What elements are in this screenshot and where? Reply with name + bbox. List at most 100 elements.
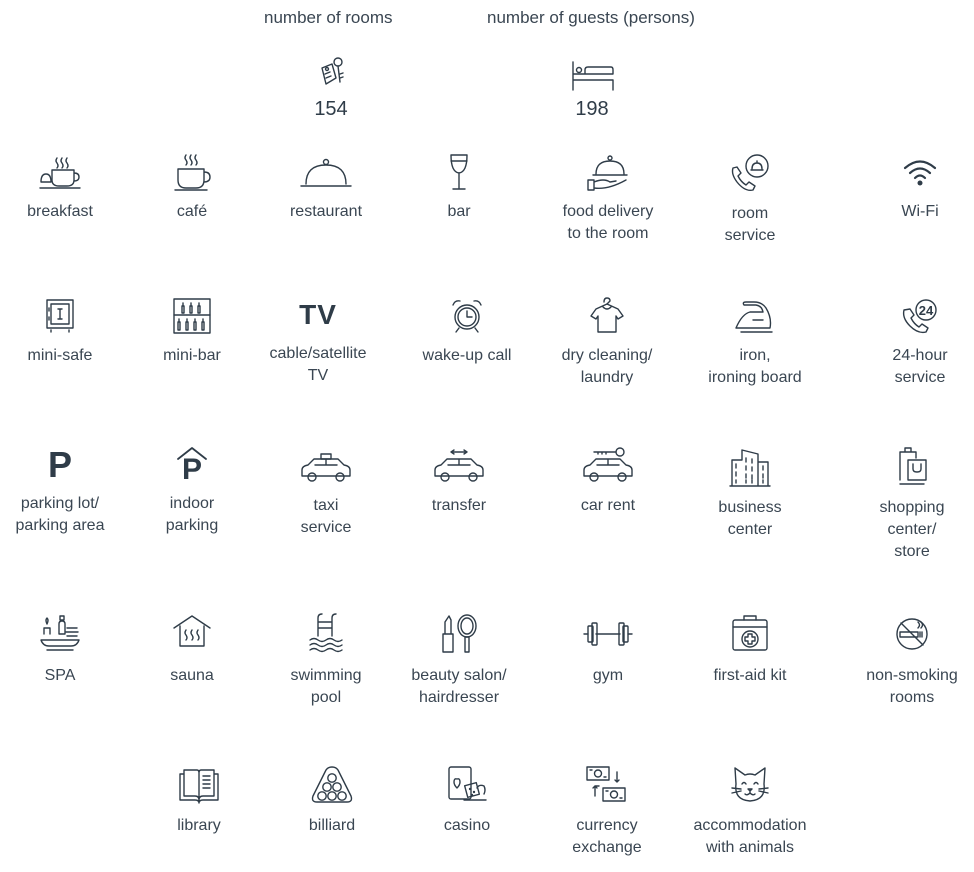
amenity-non-smoking: non-smoking rooms — [842, 612, 974, 709]
amenity-label: billiard — [308, 817, 356, 834]
wifi-icon — [903, 160, 937, 186]
amenity-label: restaurant — [289, 203, 363, 220]
amenity-label: cable/satellite TV — [269, 345, 367, 384]
amenity-beauty-salon: beauty salon/ hairdresser — [389, 612, 529, 709]
amenity-label: first-aid kit — [713, 667, 787, 684]
amenity-swimming-pool: swimming pool — [256, 612, 396, 709]
phone-bell-icon — [731, 154, 769, 192]
iron-icon — [735, 301, 773, 333]
keys-icon — [312, 54, 352, 99]
taxi-icon — [301, 453, 351, 482]
amenity-24-hour: 24 24-hour service — [850, 296, 974, 389]
amenity-label: indoor parking — [165, 495, 219, 534]
amenity-spa: SPA — [0, 612, 130, 687]
casino-icon — [448, 766, 487, 801]
amenity-wifi: Wi-Fi — [850, 152, 974, 223]
amenity-indoor-parking: P indoor parking — [122, 446, 262, 537]
tv-icon: TV — [299, 299, 337, 330]
amenity-label: iron, ironing board — [708, 347, 802, 386]
amenity-billiard: billiard — [262, 764, 402, 837]
amenity-label: currency exchange — [572, 817, 642, 856]
amenity-label: transfer — [431, 497, 487, 514]
no-smoking-icon — [896, 618, 928, 650]
amenity-label: sauna — [170, 667, 214, 684]
amenity-bar: bar — [389, 152, 529, 223]
amenity-label: car rent — [580, 497, 636, 514]
billiard-icon — [311, 766, 353, 803]
amenity-label: mini-safe — [27, 347, 93, 364]
amenity-first-aid: first-aid kit — [680, 612, 820, 687]
amenity-label: gym — [592, 667, 624, 684]
beauty-icon — [442, 614, 477, 653]
amenity-dry-cleaning: dry cleaning/ laundry — [537, 296, 677, 389]
amenity-label: swimming pool — [290, 667, 362, 706]
amenity-label: food delivery to the room — [562, 203, 654, 242]
minibar-icon — [173, 298, 211, 334]
bed-icon — [571, 60, 615, 97]
amenity-taxi: taxi service — [256, 446, 396, 539]
amenity-label: beauty salon/ hairdresser — [411, 667, 507, 706]
amenity-label: room service — [724, 205, 776, 244]
amenity-mini-bar: mini-bar — [122, 296, 262, 367]
dumbbell-icon — [583, 622, 633, 646]
coffee-cup-icon — [174, 154, 211, 191]
shirt-hanger-icon — [590, 297, 624, 333]
amenity-label: dry cleaning/ laundry — [561, 347, 653, 386]
parking-icon: P — [47, 444, 72, 485]
amenity-parking-lot: P parking lot/ parking area — [0, 446, 130, 537]
cat-icon — [731, 767, 769, 802]
currency-exchange-icon — [586, 766, 626, 802]
amenity-label: non-smoking rooms — [866, 667, 958, 706]
amenity-label: bar — [447, 203, 471, 220]
amenity-label: café — [176, 203, 208, 220]
amenity-iron: iron, ironing board — [685, 296, 825, 389]
amenity-cafe: café — [122, 152, 262, 223]
amenity-label: parking lot/ parking area — [15, 495, 105, 534]
pool-icon — [309, 613, 343, 653]
guests-label: number of guests (persons) — [487, 8, 695, 27]
amenity-label: accommodation with animals — [693, 817, 807, 856]
alarm-clock-icon — [452, 300, 482, 333]
amenity-business-center: business center — [680, 446, 820, 541]
safe-icon — [46, 299, 74, 333]
amenity-mini-safe: mini-safe — [0, 296, 130, 367]
building-icon — [729, 449, 771, 487]
amenity-gym: gym — [538, 612, 678, 687]
amenity-label: business center — [718, 499, 782, 538]
first-aid-icon — [732, 615, 768, 651]
amenity-food-delivery: food delivery to the room — [538, 152, 678, 245]
amenity-breakfast: breakfast — [0, 152, 130, 223]
amenity-wake-up-call: wake-up call — [397, 296, 537, 367]
amenity-label: taxi service — [300, 497, 352, 536]
amenity-label: wake-up call — [422, 347, 512, 364]
car-key-icon — [583, 447, 633, 482]
shopping-bag-icon — [899, 447, 927, 485]
indoor-parking-icon: P — [181, 453, 202, 486]
amenity-restaurant: restaurant — [256, 152, 396, 223]
sauna-icon — [173, 615, 211, 647]
rooms-count: 154 — [314, 98, 348, 120]
amenity-transfer: transfer — [389, 446, 529, 517]
amenity-label: 24-hour service — [892, 347, 948, 386]
amenity-cable-tv: TV cable/satellite TV — [248, 296, 388, 387]
amenity-car-rent: car rent — [538, 446, 678, 517]
wine-glass-icon — [450, 154, 468, 190]
amenity-label: breakfast — [27, 203, 93, 220]
amenity-label: Wi-Fi — [901, 203, 939, 220]
amenity-currency-exchange: currency exchange — [537, 764, 677, 859]
svg-text:24: 24 — [919, 303, 934, 318]
amenity-label: library — [177, 817, 221, 834]
phone-24-icon: 24 — [902, 299, 937, 334]
breakfast-icon — [39, 157, 81, 189]
amenity-library: library — [129, 764, 269, 837]
amenity-label: shopping center/ store — [879, 499, 945, 560]
amenity-room-service: room service — [680, 152, 820, 247]
serving-hand-icon — [587, 155, 628, 191]
rooms-label: number of rooms — [264, 8, 393, 27]
spa-icon — [40, 615, 80, 651]
amenity-casino: casino — [397, 764, 537, 837]
amenity-sauna: sauna — [122, 612, 262, 687]
guests-count: 198 — [575, 98, 609, 120]
transfer-car-icon — [434, 449, 484, 482]
amenity-label: mini-bar — [163, 347, 221, 364]
